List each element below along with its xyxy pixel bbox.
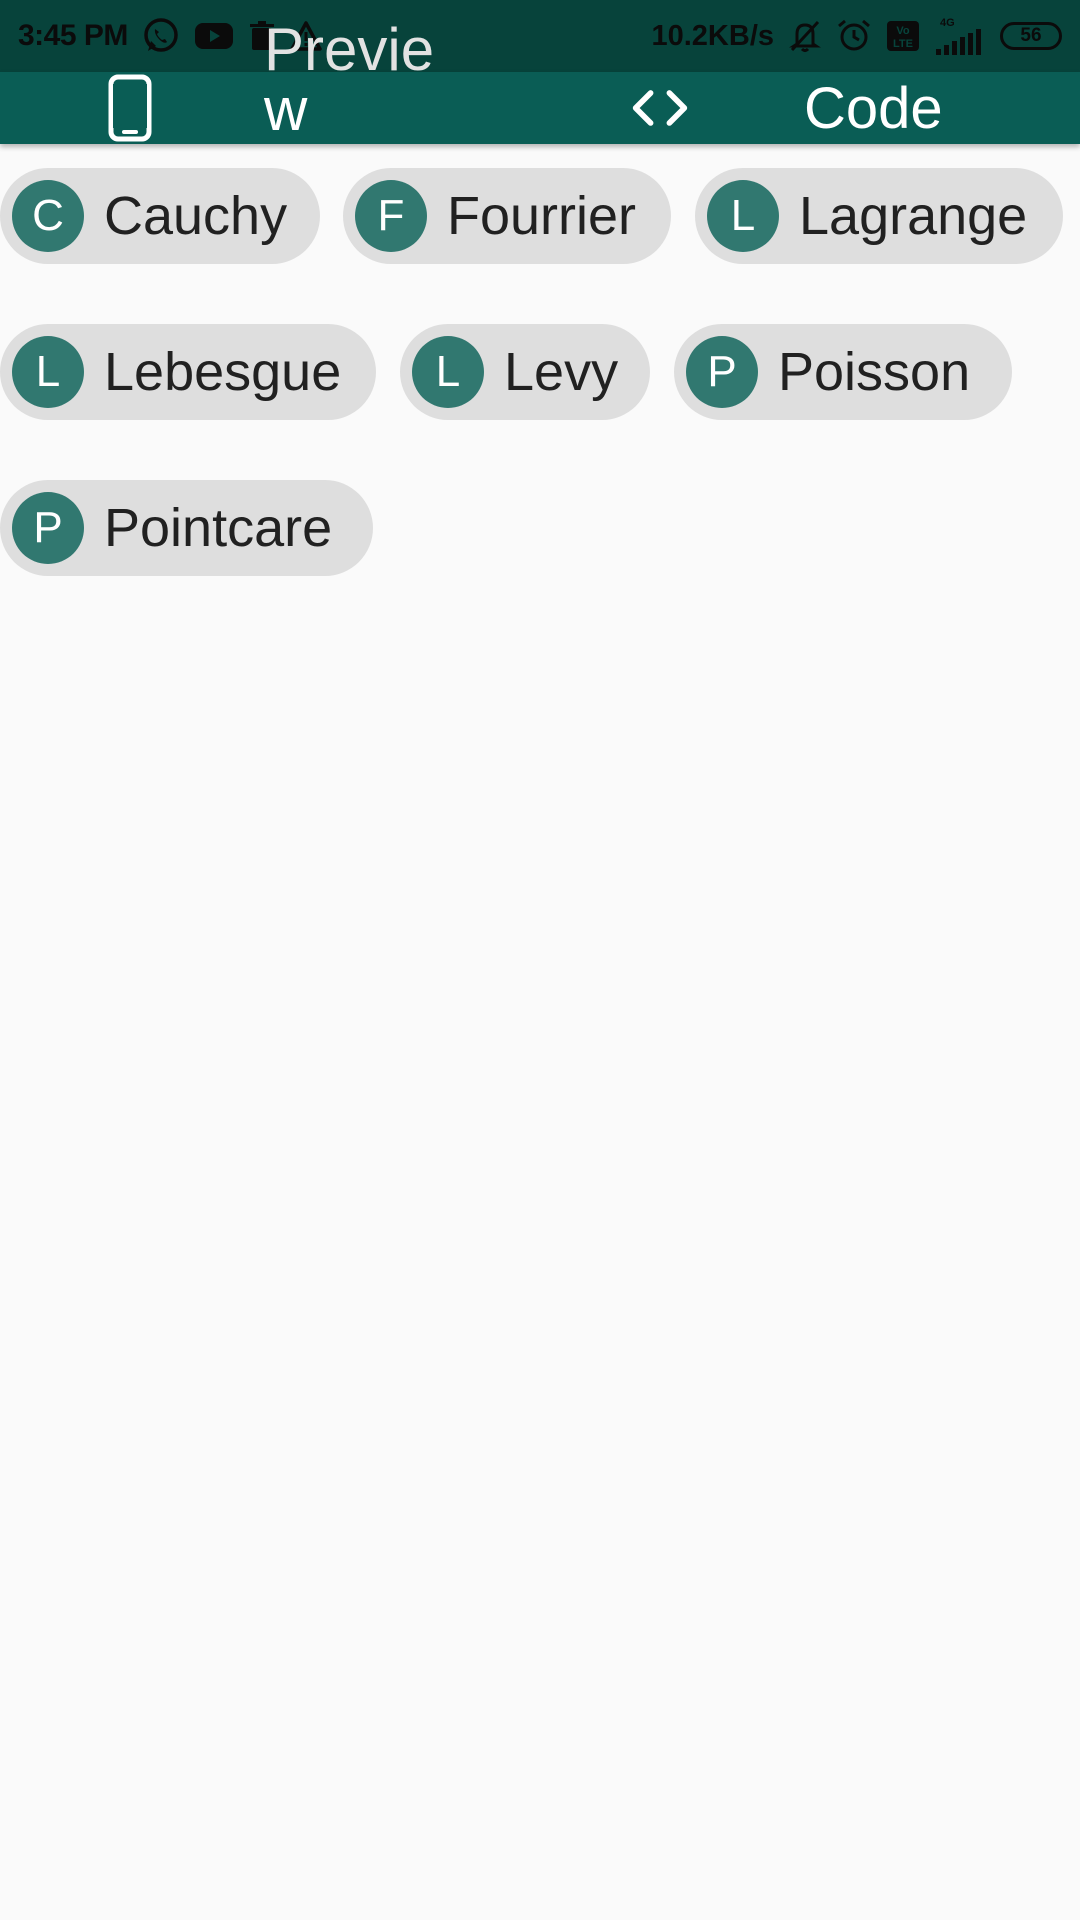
status-bar: 3:45 PM 10.2KB/s Vo LTE 4G 56 [0, 0, 1080, 72]
tab-preview-label-main: Previe [264, 16, 435, 83]
svg-text:LTE: LTE [893, 38, 913, 50]
mute-bell-icon [788, 19, 822, 53]
chip-avatar: L [12, 336, 84, 408]
network-type: 4G [940, 16, 955, 29]
chip-lagrange[interactable]: L Lagrange [695, 168, 1063, 264]
network-speed: 10.2KB/s [651, 19, 774, 52]
chip-fourrier[interactable]: F Fourrier [343, 168, 671, 264]
chip-avatar: L [707, 180, 779, 252]
chip-avatar: P [12, 492, 84, 564]
chip-lebesgue[interactable]: L Lebesgue [0, 324, 376, 420]
chip-label: Poisson [778, 342, 971, 402]
chip-label: Levy [504, 342, 619, 402]
chip-pointcare[interactable]: P Pointcare [0, 480, 373, 576]
chip-row: C Cauchy F Fourrier L Lagrange [0, 168, 1080, 264]
chip-avatar: F [355, 180, 427, 252]
whatsapp-icon [142, 17, 180, 55]
battery-level: 56 [1020, 25, 1042, 46]
volte-icon: Vo LTE [886, 20, 920, 52]
tab-preview-label: Previe w [264, 20, 444, 140]
chip-avatar: L [412, 336, 484, 408]
chip-levy[interactable]: L Levy [400, 324, 650, 420]
chip-label: Lebesgue [104, 342, 342, 402]
chip-poisson[interactable]: P Poisson [674, 324, 1012, 420]
chip-label: Fourrier [447, 186, 637, 246]
tab-preview[interactable]: Previe w [100, 20, 460, 144]
chip-row: P Pointcare [0, 480, 1080, 576]
tab-code[interactable]: Code [630, 72, 990, 144]
chip-label: Lagrange [799, 186, 1028, 246]
signal-icon: 4G [934, 16, 986, 55]
alarm-icon [836, 18, 872, 54]
status-bar-right: 10.2KB/s Vo LTE 4G 56 [651, 16, 1062, 55]
chip-cauchy[interactable]: C Cauchy [0, 168, 320, 264]
chip-avatar: C [12, 180, 84, 252]
youtube-icon [194, 21, 234, 51]
code-icon [630, 72, 690, 144]
chip-label: Cauchy [104, 186, 288, 246]
tab-preview-label-wrap: w [264, 76, 308, 143]
tab-code-label: Code [804, 75, 943, 141]
app-toolbar: Previe w Code [0, 20, 1080, 144]
chip-label: Pointcare [104, 498, 333, 558]
battery-icon: 56 [1000, 22, 1062, 50]
phone-icon [100, 72, 160, 144]
chip-row: L Lebesgue L Levy P Poisson [0, 324, 1080, 420]
chip-avatar: P [686, 336, 758, 408]
svg-text:Vo: Vo [896, 25, 910, 37]
status-time: 3:45 PM [18, 19, 128, 52]
